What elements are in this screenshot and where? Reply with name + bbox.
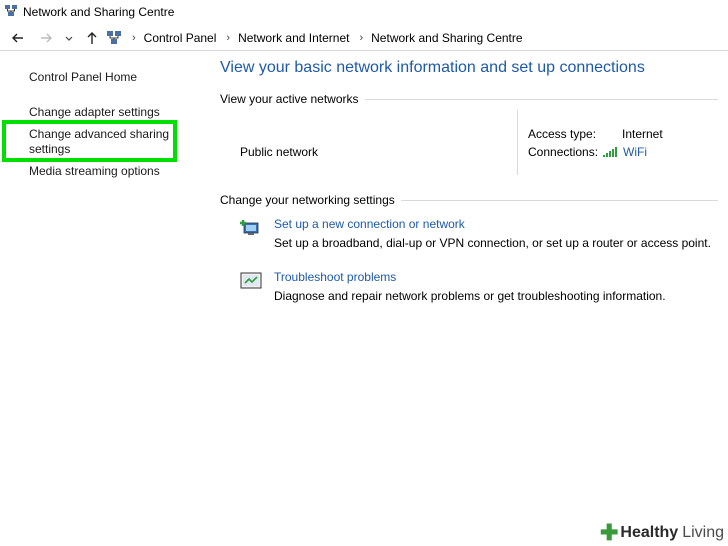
breadcrumb-separator-icon: › [359, 32, 364, 44]
change-settings-title: Change your networking settings [220, 193, 401, 207]
setup-new-connection-description: Set up a broadband, dial-up or VPN conne… [274, 236, 711, 250]
watermark-logo: ✚ Healthy Living [596, 520, 728, 546]
task-troubleshoot: Troubleshoot problems Diagnose and repai… [240, 270, 710, 310]
forward-arrow-icon[interactable] [38, 30, 54, 46]
page-title: View your basic network information and … [220, 59, 645, 76]
troubleshoot-problems-description: Diagnose and repair network problems or … [274, 289, 666, 303]
access-type-value: Internet [622, 127, 663, 141]
new-connection-icon [240, 217, 262, 239]
window-title: Network and Sharing Centre [23, 5, 175, 19]
breadcrumb: › Control Panel › Network and Internet ›… [106, 26, 523, 50]
title-bar: Network and Sharing Centre [0, 0, 728, 24]
vertical-divider [517, 110, 518, 175]
watermark-brand: Healthy [620, 524, 679, 541]
watermark-brand-2: Living [682, 524, 725, 541]
setup-new-connection-link[interactable]: Set up a new connection or network [274, 217, 465, 231]
breadcrumb-control-panel[interactable]: Control Panel [144, 31, 217, 45]
recent-locations-chevron-icon[interactable] [64, 30, 74, 46]
access-type-label: Access type: [528, 127, 597, 141]
wifi-signal-icon [603, 146, 619, 160]
control-panel-icon [106, 30, 122, 46]
connections-label: Connections: [528, 145, 599, 159]
back-arrow-icon[interactable] [10, 30, 26, 46]
connections-value: WiFi [603, 145, 647, 160]
wifi-connection-link[interactable]: WiFi [623, 145, 647, 159]
task-setup-connection: Set up a new connection or network Set u… [240, 217, 711, 257]
change-adapter-settings-link[interactable]: Change adapter settings [29, 105, 179, 120]
breadcrumb-network-and-sharing-centre[interactable]: Network and Sharing Centre [371, 31, 522, 45]
media-streaming-options-link[interactable]: Media streaming options [29, 164, 179, 179]
breadcrumb-separator-icon: › [226, 32, 231, 44]
up-arrow-icon[interactable] [84, 30, 100, 46]
network-name: Public network [240, 145, 319, 159]
control-panel-home-link[interactable]: Control Panel Home [29, 70, 179, 85]
network-centre-icon [4, 4, 18, 18]
troubleshoot-problems-link[interactable]: Troubleshoot problems [274, 270, 396, 284]
active-networks-title: View your active networks [220, 92, 365, 106]
highlight-box [2, 120, 177, 162]
plus-icon: ✚ [599, 520, 619, 545]
breadcrumb-separator-icon: › [132, 32, 136, 44]
troubleshoot-icon [240, 270, 262, 292]
address-bar: › Control Panel › Network and Internet ›… [0, 26, 728, 51]
breadcrumb-network-and-internet[interactable]: Network and Internet [238, 31, 349, 45]
